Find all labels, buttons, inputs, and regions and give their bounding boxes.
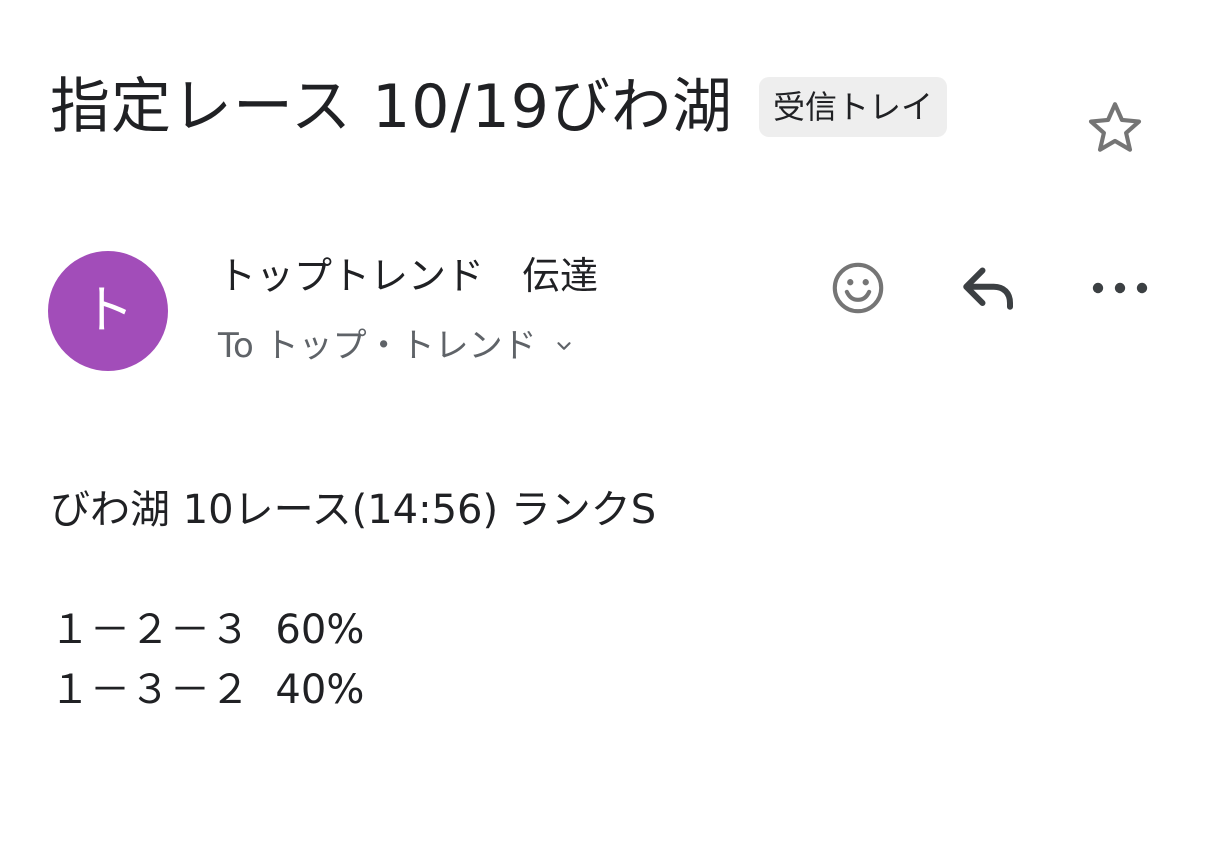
reply-button[interactable] bbox=[956, 254, 1024, 322]
recipient-line: To トップ・トレンド bbox=[218, 326, 537, 366]
email-header: 指定レース 10/19びわ湖 受信トレイ bbox=[50, 62, 947, 152]
body-line: １－３－２ 40% bbox=[50, 667, 365, 713]
chevron-down-icon bbox=[553, 335, 575, 357]
more-horizontal-icon bbox=[1092, 282, 1148, 294]
smiley-face-icon bbox=[832, 262, 884, 314]
body-line: びわ湖 10レース(14:56) ランクS bbox=[50, 487, 657, 533]
inbox-label-chip[interactable]: 受信トレイ bbox=[758, 77, 947, 137]
sender-avatar[interactable]: ト bbox=[48, 251, 168, 371]
reply-arrow-icon bbox=[963, 267, 1013, 310]
star-outline-icon bbox=[1088, 102, 1142, 152]
sender-name[interactable]: トップトレンド 伝達 bbox=[218, 250, 598, 302]
add-reaction-button[interactable] bbox=[824, 254, 892, 322]
star-button[interactable] bbox=[1082, 96, 1148, 160]
email-subject: 指定レース 10/19びわ湖 bbox=[50, 72, 733, 142]
recipient-details-toggle[interactable]: To トップ・トレンド bbox=[218, 322, 575, 370]
email-body: びわ湖 10レース(14:56) ランクS １－２－３ 60% １－３－２ 40… bbox=[50, 480, 656, 720]
body-line bbox=[50, 540, 656, 600]
body-line: １－２－３ 60% bbox=[50, 607, 365, 653]
more-options-button[interactable] bbox=[1086, 254, 1154, 322]
